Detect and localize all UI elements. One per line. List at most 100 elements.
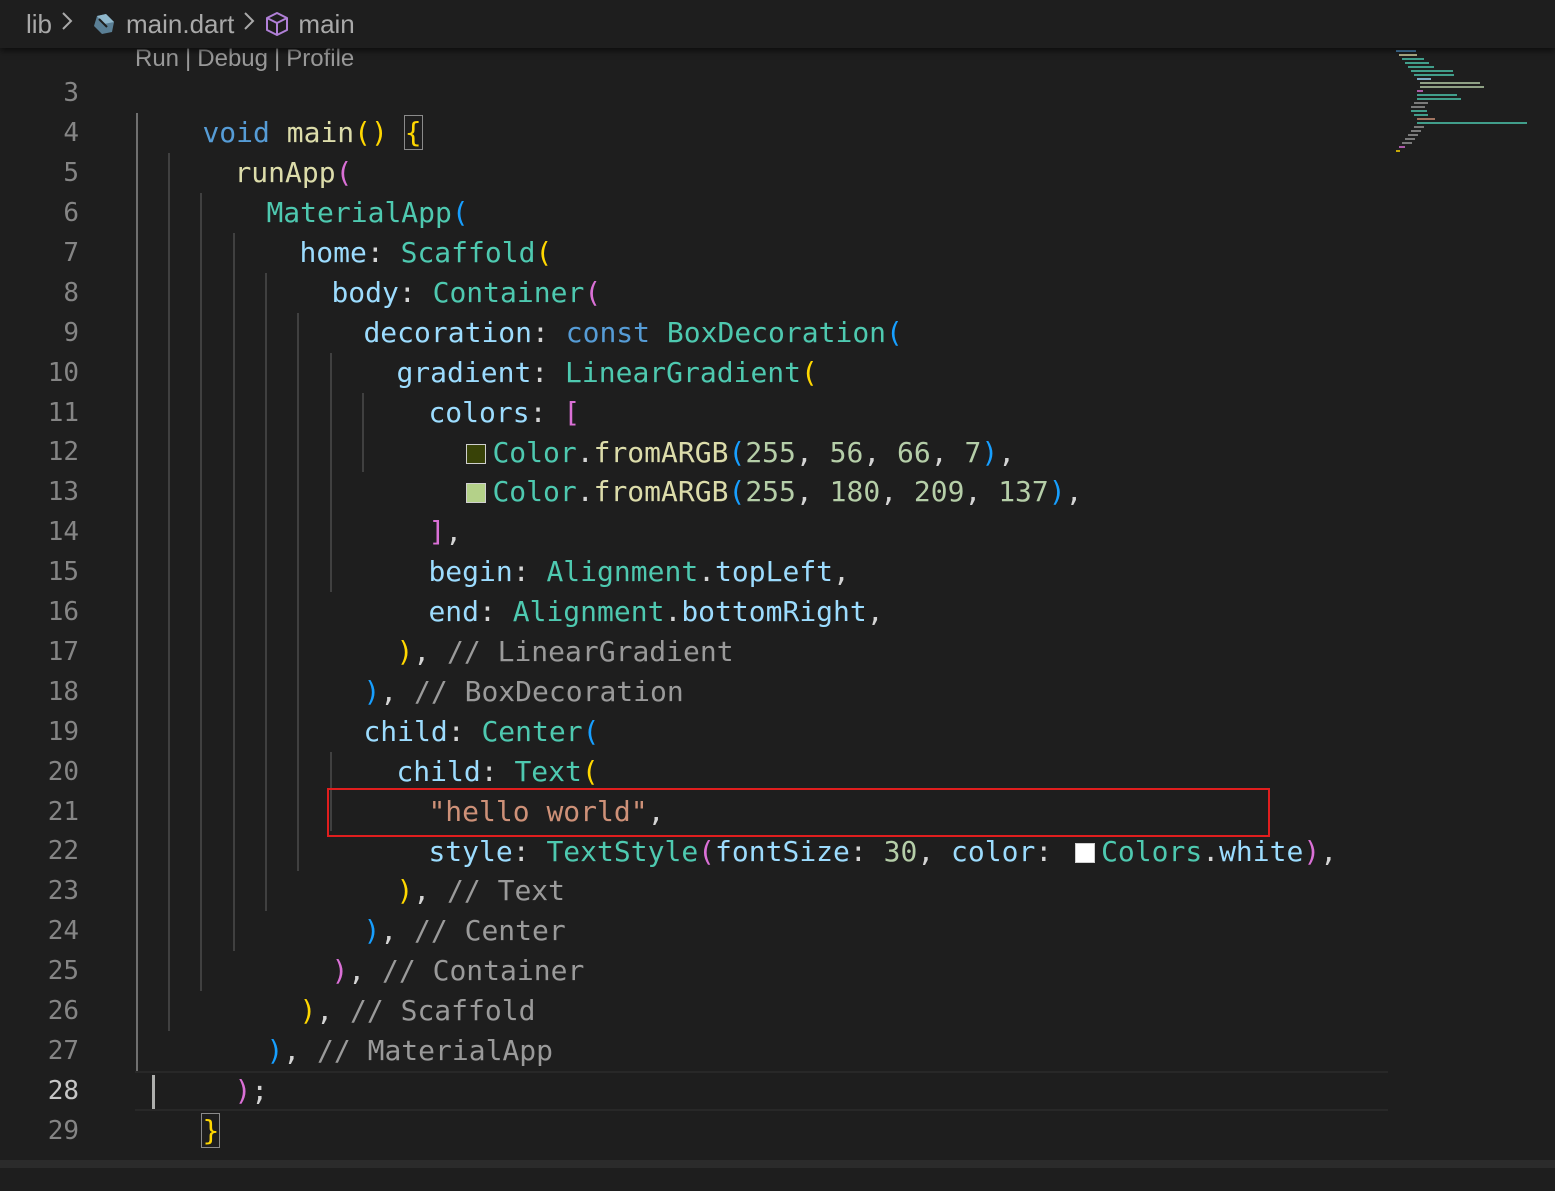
dart-icon [92, 12, 116, 36]
code-line: end: Alignment.bottomRight, [428, 595, 884, 628]
line-number: 13 [47, 477, 79, 507]
minimap[interactable] [1396, 46, 1555, 166]
color-swatch[interactable] [466, 483, 487, 503]
chevron-right-icon [242, 10, 256, 39]
minimap-line [1411, 70, 1453, 72]
code-line: ), // Scaffold [299, 994, 536, 1027]
breadcrumb: lib main.dart main [0, 0, 1555, 48]
minimap-line [1417, 78, 1431, 80]
line-number: 8 [63, 278, 79, 308]
code-line: Color.fromARGB(255, 56, 66, 7), [399, 393, 1015, 469]
line-number: 27 [47, 1036, 79, 1066]
minimap-line [1411, 110, 1427, 112]
line-number: 22 [47, 836, 79, 866]
cube-icon [264, 11, 290, 37]
annotation-highlight-box [327, 788, 1270, 837]
code-line: colors: [ [428, 396, 581, 429]
code-line: ), // Center [363, 914, 566, 947]
minimap-line [1417, 122, 1527, 124]
indent-guide [233, 233, 235, 951]
minimap-line [1405, 138, 1415, 140]
minimap-line [1399, 146, 1405, 148]
code-line: ], [428, 515, 463, 548]
line-number: 9 [63, 318, 79, 348]
minimap-line [1411, 130, 1421, 132]
breadcrumb-file-label: main.dart [126, 8, 235, 39]
line-number: 20 [47, 757, 79, 787]
indent-guide [265, 273, 267, 911]
line-number: 26 [47, 996, 79, 1026]
breadcrumb-folder-label: lib [26, 8, 53, 39]
line-number: 6 [63, 198, 79, 228]
minimap-line [1414, 126, 1424, 128]
line-number: 7 [63, 238, 79, 268]
code-line: runApp( [234, 156, 353, 189]
code-line: begin: Alignment.topLeft, [428, 555, 850, 588]
code-line: } [135, 1071, 221, 1148]
codelens-separator: | [185, 45, 192, 72]
minimap-line [1399, 54, 1417, 56]
line-number: 18 [47, 677, 79, 707]
line-number: 15 [47, 557, 79, 587]
matched-bracket: } [201, 1113, 221, 1148]
line-number: 29 [47, 1116, 79, 1146]
codelens-separator: | [274, 45, 281, 72]
matched-bracket: { [403, 115, 423, 150]
code-line: child: Center( [363, 715, 600, 748]
minimap-line [1417, 118, 1435, 120]
line-number: 5 [63, 158, 79, 188]
code-line: ), // Text [396, 874, 566, 907]
codelens-debug[interactable]: Debug [197, 45, 268, 73]
code-line: ), // MaterialApp [266, 1034, 554, 1067]
minimap-line [1405, 62, 1429, 64]
codelens: Run | Debug | Profile [135, 44, 354, 74]
line-number: 12 [47, 437, 79, 467]
breadcrumb-symbol-label: main [298, 8, 355, 39]
code-line: body: Container( [331, 276, 602, 309]
codelens-run[interactable]: Run [135, 45, 179, 73]
minimap-line [1414, 114, 1428, 116]
current-line-highlight [135, 1071, 1388, 1111]
line-number: 23 [47, 876, 79, 906]
indent-guide [136, 113, 138, 1071]
breadcrumb-file[interactable]: main.dart [92, 9, 234, 40]
line-number: 16 [47, 597, 79, 627]
chevron-right-icon [60, 10, 74, 39]
code-line: home: Scaffold( [299, 236, 553, 269]
horizontal-scrollbar[interactable] [0, 1160, 1555, 1168]
breadcrumb-folder[interactable]: lib [26, 9, 52, 40]
code-line: ); [234, 1074, 269, 1107]
minimap-line [1411, 106, 1425, 108]
line-number: 11 [47, 398, 79, 428]
minimap-line [1396, 150, 1400, 152]
color-swatch[interactable] [1075, 843, 1096, 863]
minimap-line [1414, 102, 1428, 104]
minimap-line [1408, 134, 1418, 136]
code-line: ), // LinearGradient [396, 635, 734, 668]
codelens-profile[interactable]: Profile [286, 45, 354, 73]
text-cursor [152, 1075, 155, 1109]
line-number: 14 [47, 517, 79, 547]
code-line: void main() { [202, 115, 423, 150]
minimap-line [1414, 74, 1454, 76]
code-line: gradient: LinearGradient( [396, 356, 818, 389]
code-line: decoration: const BoxDecoration( [363, 316, 903, 349]
minimap-line [1417, 94, 1457, 96]
line-number: 17 [47, 637, 79, 667]
breadcrumb-symbol[interactable]: main [264, 8, 355, 40]
line-number: 25 [47, 956, 79, 986]
line-number: 10 [47, 358, 79, 388]
minimap-line [1417, 98, 1461, 100]
line-number: 4 [63, 118, 79, 148]
minimap-line [1408, 66, 1434, 68]
minimap-line [1417, 90, 1423, 92]
line-number: 21 [47, 797, 79, 827]
line-number: 28 [47, 1076, 79, 1106]
minimap-line [1402, 58, 1424, 60]
minimap-line [1402, 142, 1412, 144]
code-line: ), // BoxDecoration [363, 675, 684, 708]
line-number: 24 [47, 916, 79, 946]
code-line: MaterialApp( [266, 196, 469, 229]
indent-guide [200, 193, 202, 991]
code-line: child: Text( [396, 755, 599, 788]
